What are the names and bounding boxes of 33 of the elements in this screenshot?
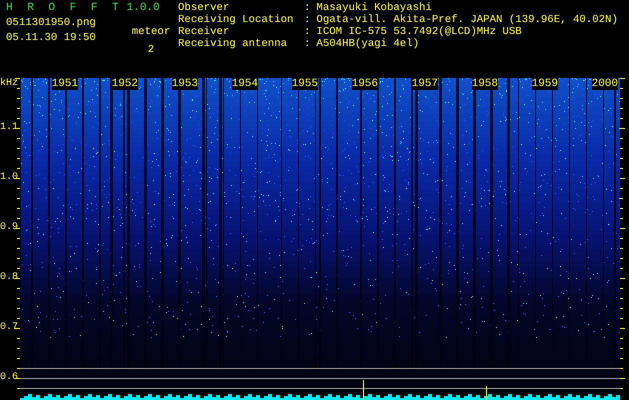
info-label: Observer: [178, 2, 230, 14]
file-name: 0511301950.png: [6, 17, 97, 29]
time-label: 1957: [412, 78, 438, 90]
time-label: 1959: [532, 78, 558, 90]
time-label: 1956: [352, 78, 378, 90]
axis-label: 0.9: [0, 222, 15, 234]
time-label: 1954: [232, 78, 258, 90]
time-label: 1955: [292, 78, 318, 90]
info-separator: :: [304, 26, 310, 38]
info-label: Receiver: [178, 26, 230, 38]
axis-label: 0.7: [0, 322, 15, 334]
info-separator: :: [304, 38, 310, 50]
info-label: Receiving antenna: [178, 38, 288, 50]
info-value: Ogata-vill. Akita-Pref. JAPAN (139.96E, 40.02N): [316, 14, 618, 26]
axis-label: 0.8: [0, 272, 15, 284]
counter-label: meteor: [132, 26, 170, 38]
info-value: Masayuki Kobayashi: [316, 2, 432, 14]
time-label: 1958: [472, 78, 498, 90]
time-label: 1952: [112, 78, 138, 90]
axis-label: 1.0: [0, 172, 15, 184]
time-label: 2000: [592, 78, 618, 90]
info-separator: :: [304, 14, 310, 26]
time-label: 1951: [52, 78, 78, 90]
version-label: 1.0.0: [126, 2, 160, 14]
time-label: 1953: [172, 78, 198, 90]
app-title: H R O F F T: [6, 2, 123, 14]
info-label: Receiving Location: [178, 14, 294, 26]
date-time: 05.11.30 19:50: [6, 32, 97, 44]
counter-value: 2: [148, 44, 154, 56]
info-value: A504HB(yagi 4el): [316, 38, 420, 50]
info-separator: :: [304, 2, 310, 14]
axis-unit: kHz: [0, 78, 15, 90]
info-value: ICOM IC-575 53.7492(@LCD)MHz USB: [316, 26, 522, 38]
